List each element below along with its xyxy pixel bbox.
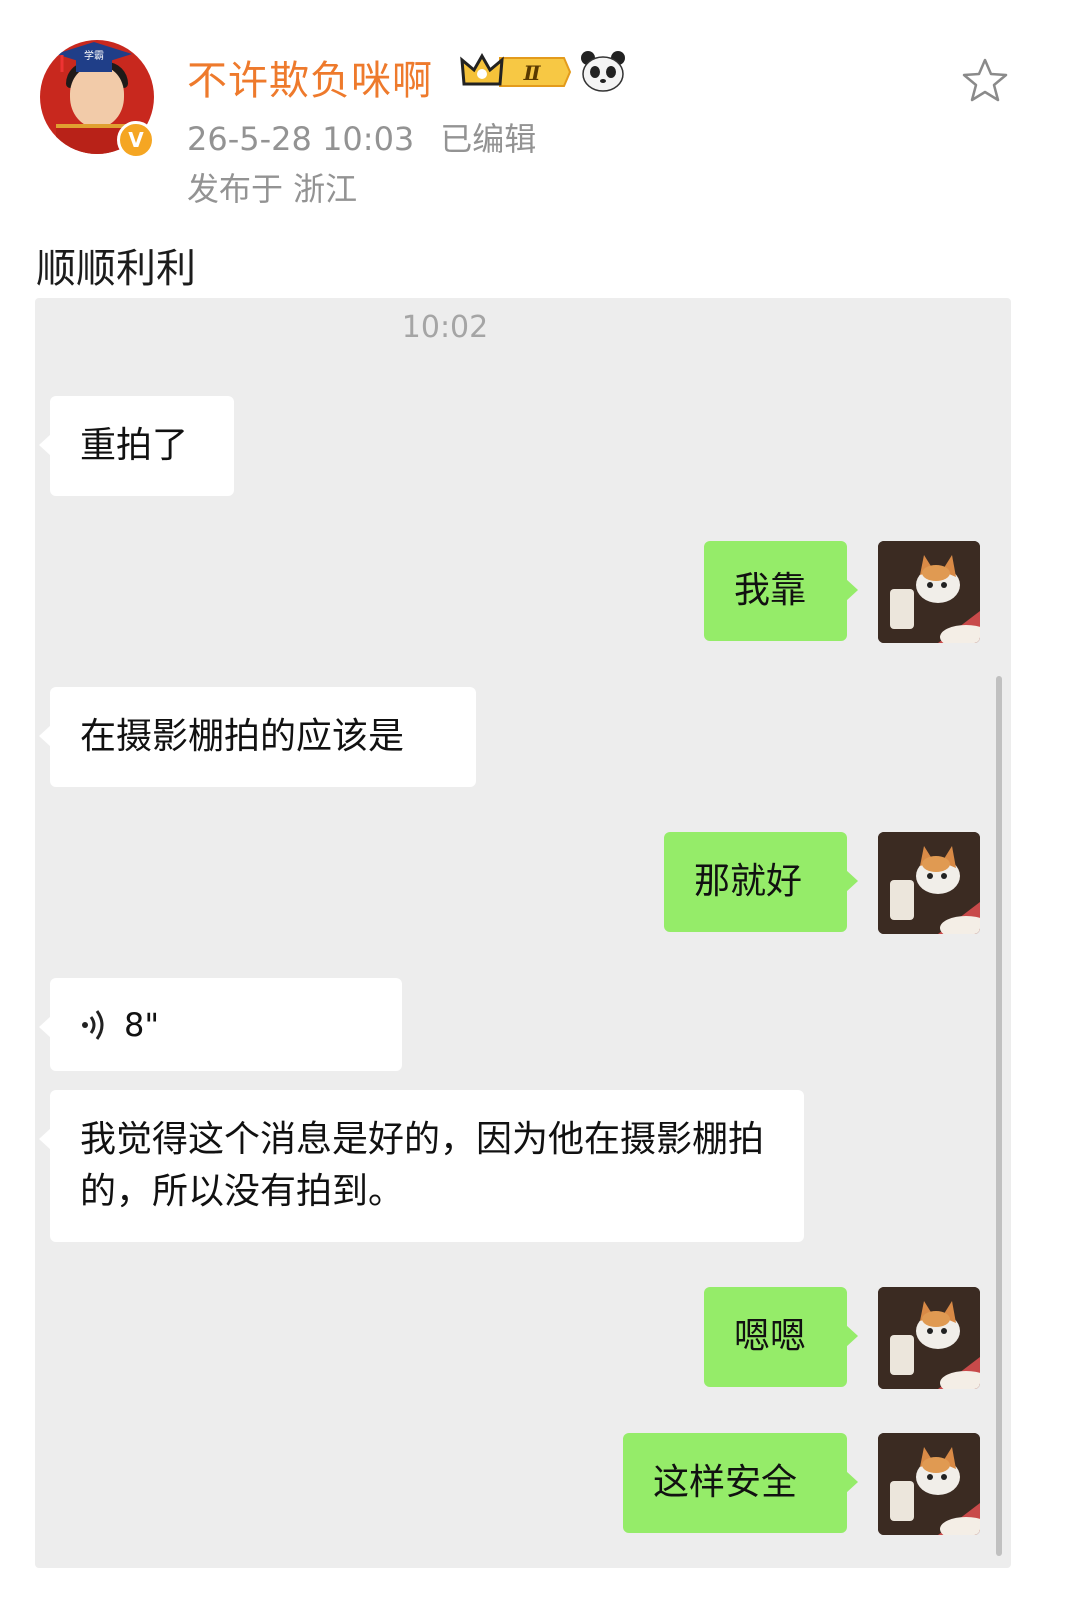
favorite-star-icon[interactable] (960, 56, 1010, 106)
message-bubble-incoming[interactable]: 在摄影棚拍的应该是 (39, 687, 476, 787)
vip-crown-badge-icon[interactable]: Ⅱ (460, 52, 572, 92)
cat-avatar-image (878, 541, 980, 643)
panda-icon (581, 51, 625, 92)
cat-avatar-image (878, 832, 980, 934)
graduation-cap-icon: 学霸 (56, 42, 132, 72)
chat-screenshot: 10:02 重拍了 我靠 在摄影棚拍的应该是 那就好 8" 我觉得这个消息是好的… (35, 298, 1011, 1568)
voice-duration: 8" (124, 1006, 160, 1044)
chat-timestamp: 10:02 (401, 310, 489, 345)
post-timestamp: 26-5-28 10:03 (187, 120, 415, 158)
message-bubble-outgoing[interactable]: 这样安全 (623, 1433, 858, 1533)
cat-avatar[interactable] (878, 1287, 980, 1389)
voice-wave-icon (82, 1010, 104, 1040)
post-meta: 26-5-28 10:03 已编辑 (187, 114, 536, 160)
post-location: 发布于 浙江 (187, 170, 358, 208)
verified-badge-icon: V (117, 121, 155, 159)
cat-avatar[interactable] (878, 541, 980, 643)
cat-avatar-image (878, 1433, 980, 1535)
voice-message-bubble[interactable]: 8" (39, 978, 402, 1071)
edited-label[interactable]: 已编辑 (440, 120, 536, 158)
username[interactable]: 不许欺负咪啊 (187, 48, 433, 106)
message-bubble-outgoing[interactable]: 我靠 (704, 541, 858, 641)
post-text: 顺顺利利 (36, 246, 196, 292)
message-bubble-outgoing[interactable]: 嗯嗯 (704, 1287, 858, 1387)
svg-text:学霸: 学霸 (84, 49, 104, 62)
cat-avatar[interactable] (878, 1433, 980, 1535)
message-bubble-incoming[interactable]: 重拍了 (39, 396, 234, 496)
svg-text:Ⅱ: Ⅱ (523, 61, 542, 85)
message-bubble-outgoing[interactable]: 那就好 (664, 832, 858, 932)
post-header: 学霸 V 不许欺负咪啊 Ⅱ 26-5-28 10:03 已编辑 发布于 浙江 (0, 0, 1078, 230)
page-footer (0, 1568, 1078, 1620)
message-bubble-incoming[interactable]: 我觉得这个消息是好的，因为他在摄影棚拍的，所以没有拍到。 (39, 1090, 804, 1242)
cat-avatar-image (878, 1287, 980, 1389)
chat-scrollbar[interactable] (996, 676, 1002, 1556)
cat-avatar[interactable] (878, 832, 980, 934)
